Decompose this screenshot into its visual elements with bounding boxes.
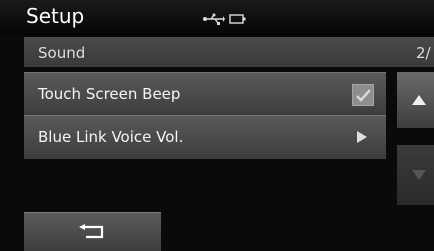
back-button[interactable]: [24, 212, 161, 251]
page-title: Setup: [26, 4, 85, 28]
battery-icon: [229, 14, 246, 24]
checkmark-icon: [356, 89, 371, 102]
triangle-up-icon: [412, 95, 426, 105]
scroll-down-button[interactable]: [397, 145, 434, 205]
triangle-down-icon: [412, 170, 426, 180]
blue-link-voice-vol-label: Blue Link Voice Vol.: [38, 128, 184, 146]
section-title: Sound: [38, 44, 86, 62]
blue-link-voice-vol-row[interactable]: Blue Link Voice Vol.: [24, 115, 386, 159]
section-header: Sound 2/: [24, 37, 434, 67]
return-arrow-icon: [79, 224, 104, 239]
page-indicator: 2/: [416, 44, 431, 62]
touch-screen-beep-row[interactable]: Touch Screen Beep: [24, 72, 386, 116]
header-bar: Setup: [0, 0, 434, 36]
usb-icon: [203, 13, 225, 25]
touch-screen-beep-checkbox[interactable]: [352, 84, 374, 106]
scroll-up-button[interactable]: [397, 72, 434, 128]
touch-screen-beep-label: Touch Screen Beep: [38, 85, 181, 103]
arrow-right-icon: [357, 131, 367, 143]
